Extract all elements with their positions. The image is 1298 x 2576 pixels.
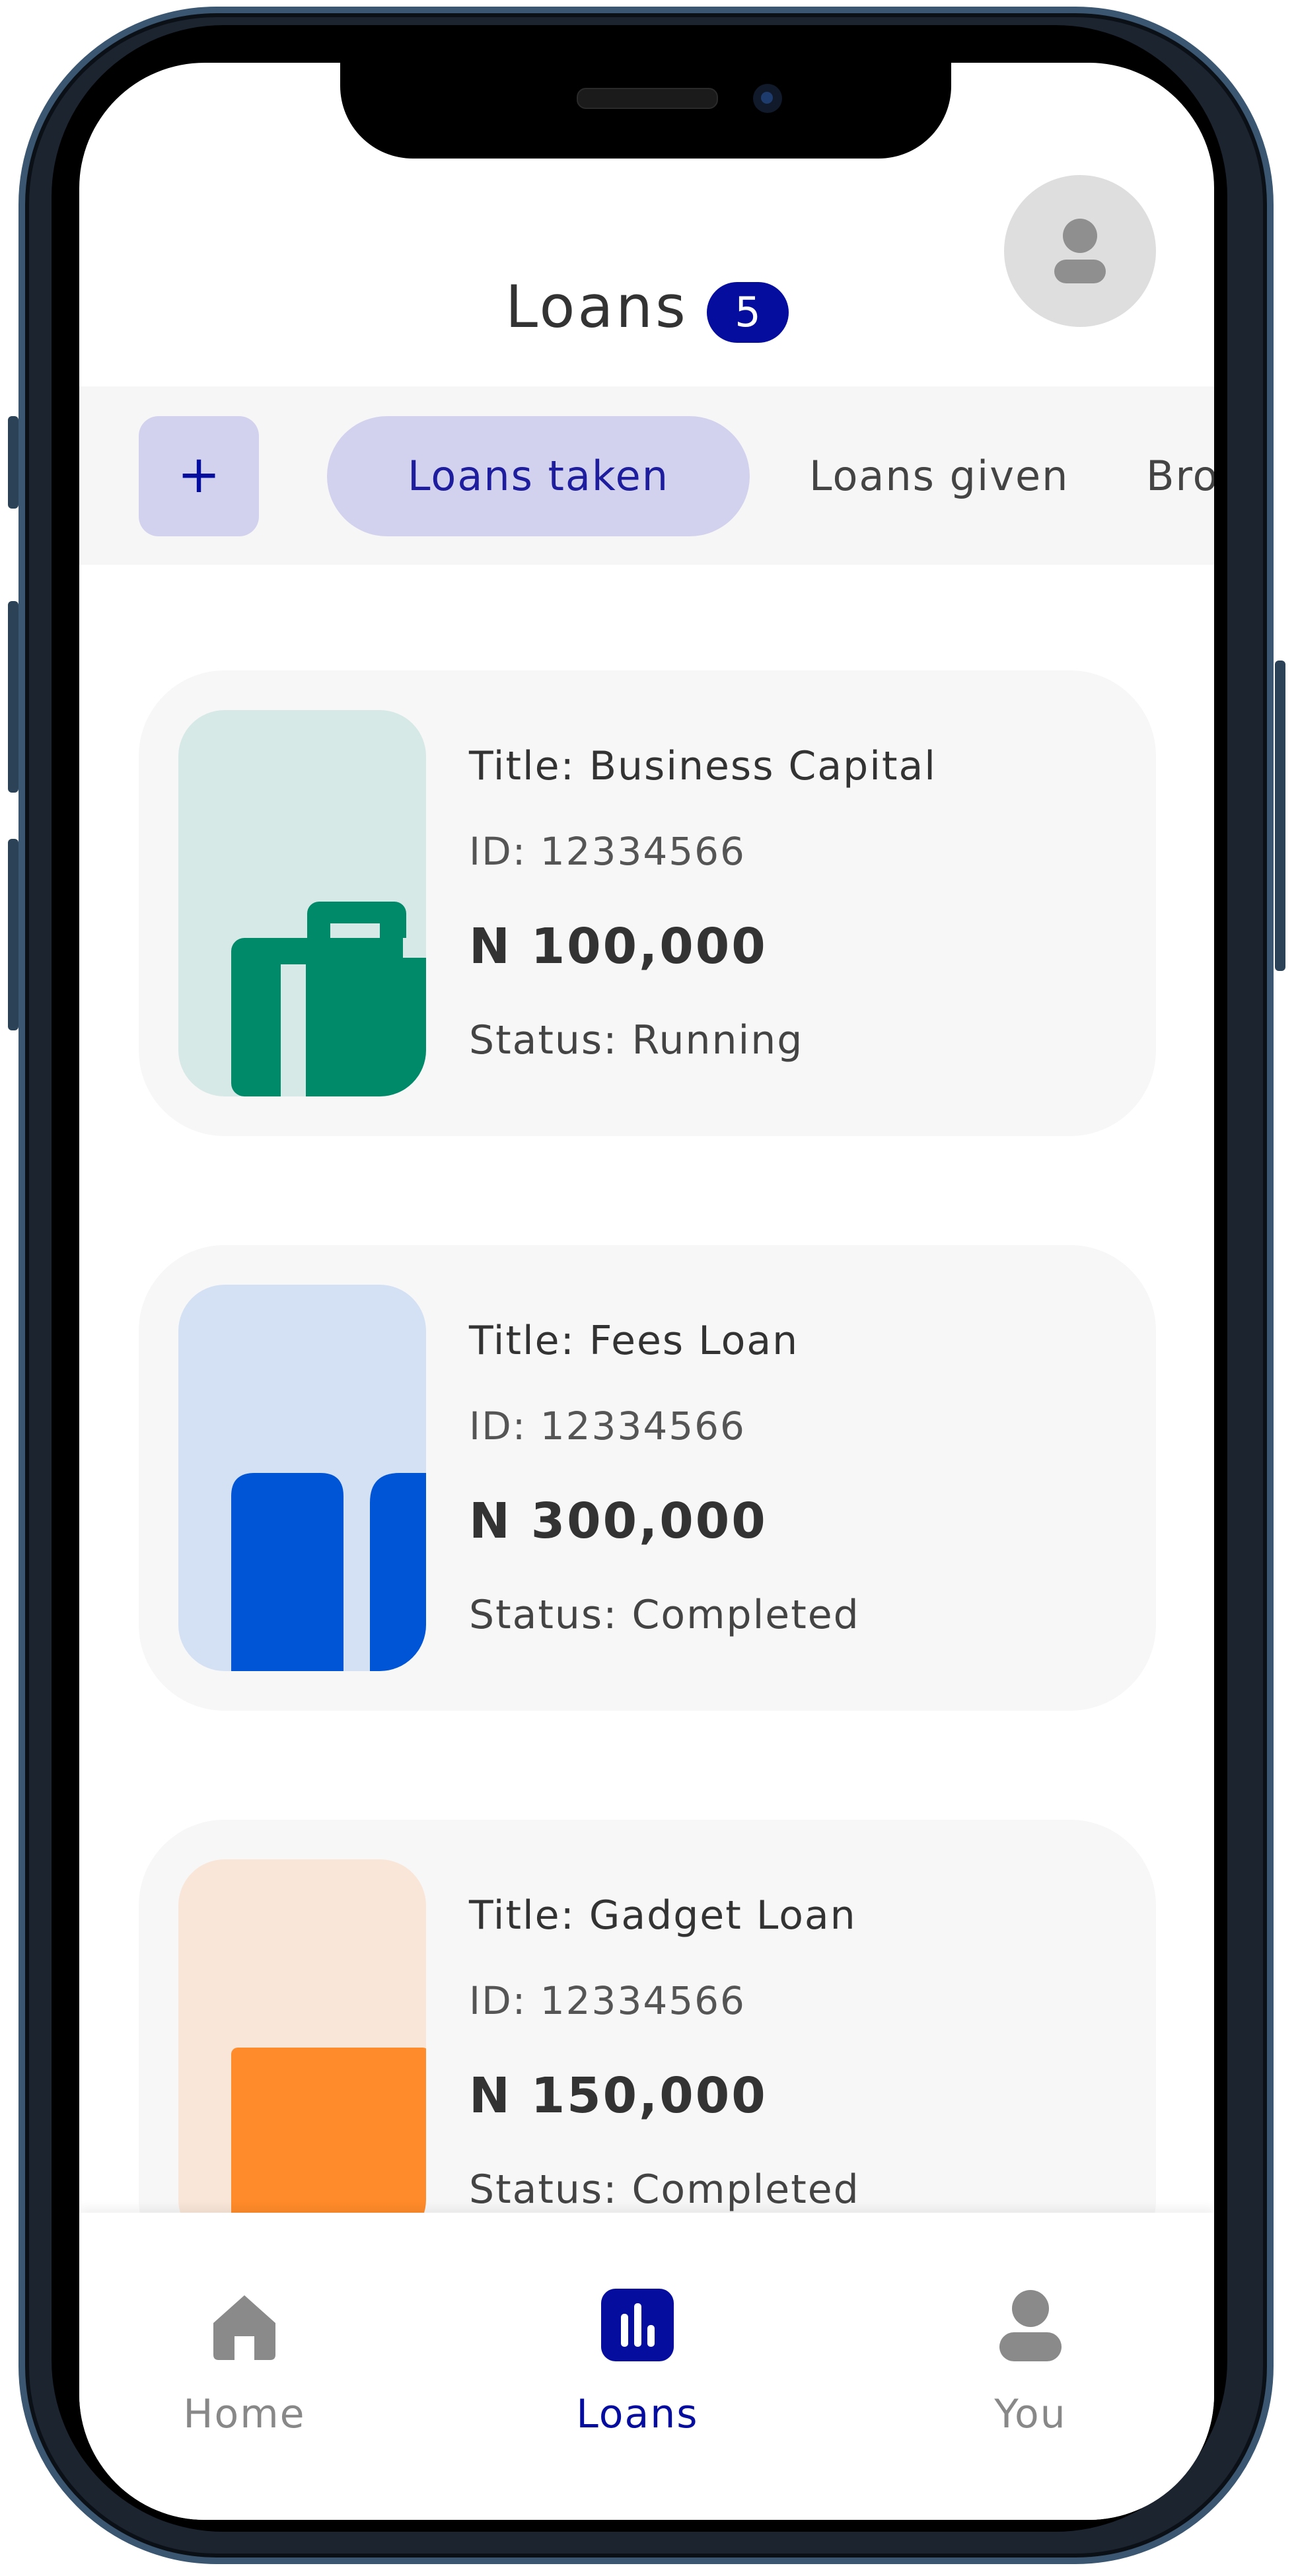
phone-notch <box>340 63 951 159</box>
chart-icon <box>601 2289 674 2361</box>
loan-id: ID: 12334566 <box>469 1978 746 2023</box>
book-icon <box>231 1473 426 1671</box>
person-icon <box>1054 219 1106 283</box>
loan-id: ID: 12334566 <box>469 829 746 874</box>
camera-icon <box>753 84 782 113</box>
phone-screen: Loans 5 + Loans taken Loans given Bro Ti… <box>79 63 1214 2520</box>
loan-tabs: + Loans taken Loans given Bro <box>79 386 1214 565</box>
side-button-volume-down <box>8 839 18 1030</box>
loan-card[interactable]: Title: Fees Loan ID: 12334566 N 300,000 … <box>139 1245 1156 1711</box>
tab-loans-given[interactable]: Loans given <box>809 416 1069 536</box>
nav-home-label: Home <box>183 2391 306 2437</box>
tab-loans-taken[interactable]: Loans taken <box>327 416 750 536</box>
loan-amount: N 150,000 <box>469 2067 768 2124</box>
loan-title: Title: Fees Loan <box>469 1318 799 1364</box>
loan-amount: N 100,000 <box>469 918 768 975</box>
loan-id: ID: 12334566 <box>469 1404 746 1449</box>
avatar[interactable] <box>1004 175 1156 327</box>
loan-status: Status: Completed <box>469 2166 860 2213</box>
side-button-power <box>1275 661 1285 971</box>
loan-title: Title: Gadget Loan <box>469 1892 857 1939</box>
loan-amount: N 300,000 <box>469 1493 768 1550</box>
loan-card[interactable]: Title: Business Capital ID: 12334566 N 1… <box>139 670 1156 1136</box>
loan-thumbnail <box>178 710 426 1096</box>
side-button-mute <box>8 416 18 509</box>
loan-status: Status: Completed <box>469 1592 860 1638</box>
bottom-nav: Home Loans You <box>79 2213 1214 2520</box>
page-title: Loans <box>505 273 688 341</box>
side-button-volume-up <box>8 601 18 793</box>
add-loan-button[interactable]: + <box>139 416 259 536</box>
loan-status: Status: Running <box>469 1017 804 1063</box>
loan-thumbnail <box>178 1285 426 1671</box>
briefcase-icon <box>231 902 426 1096</box>
loan-title: Title: Business Capital <box>469 743 937 789</box>
speaker-grille <box>577 88 718 109</box>
person-icon <box>999 2290 1062 2361</box>
gadget-icon <box>231 2048 426 2246</box>
nav-you-label: You <box>994 2391 1067 2437</box>
tab-borrowed[interactable]: Bro <box>1146 416 1214 536</box>
loan-thumbnail <box>178 1859 426 2246</box>
nav-loans-label: Loans <box>576 2391 699 2437</box>
loans-count-badge: 5 <box>707 282 789 343</box>
home-icon <box>213 2295 275 2360</box>
